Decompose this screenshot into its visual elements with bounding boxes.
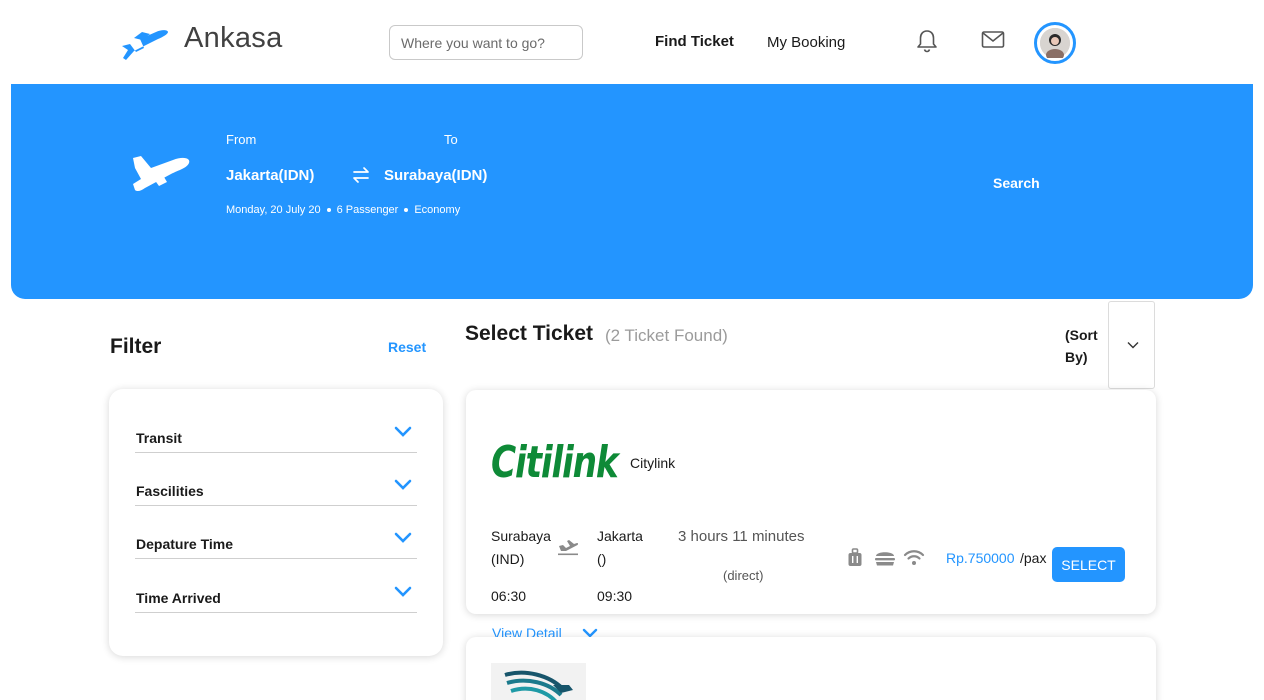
- departure-time: 06:30: [491, 588, 527, 604]
- filter-item-label: Transit: [136, 430, 182, 446]
- airline-name: Citylink: [630, 455, 676, 471]
- from-label: From: [226, 132, 257, 147]
- arrival-city: Jakarta: [597, 528, 643, 544]
- filter-item-label: Depature Time: [136, 536, 233, 552]
- plane-icon: [133, 156, 190, 192]
- filter-item-transit[interactable]: Transit: [135, 400, 417, 453]
- departure-code: (IND): [491, 551, 525, 567]
- luggage-icon: [848, 548, 862, 566]
- chevron-down-icon[interactable]: [393, 531, 413, 545]
- nav-find-ticket[interactable]: Find Ticket: [655, 33, 734, 50]
- ticket-price: Rp.750000: [946, 550, 1015, 566]
- trip-details: Monday, 20 July 20 6 Passenger Economy: [226, 204, 460, 216]
- nav-my-booking[interactable]: My Booking: [767, 34, 845, 51]
- arrival-time: 09:30: [597, 588, 633, 604]
- avatar[interactable]: [1034, 22, 1076, 64]
- flight-icon: [558, 540, 579, 556]
- chevron-down-icon: [1127, 342, 1139, 349]
- price-unit: /pax: [1020, 550, 1047, 566]
- filter-item-facilities[interactable]: Fascilities: [135, 453, 417, 506]
- flight-stops: (direct): [723, 568, 764, 583]
- airline-logo: Citilink: [491, 437, 619, 488]
- page: Ankasa Find Ticket My Booking From To Ja…: [0, 0, 1264, 700]
- reset-button[interactable]: Reset: [388, 339, 426, 355]
- chevron-down-icon[interactable]: [393, 585, 413, 599]
- select-button[interactable]: SELECT: [1052, 547, 1125, 582]
- search-hero: From To Jakarta(IDN) Surabaya(IDN) Monda…: [11, 84, 1253, 299]
- trip-passengers: 6 Passenger: [336, 204, 399, 216]
- chevron-down-icon[interactable]: [393, 478, 413, 492]
- sort-dropdown[interactable]: [1108, 301, 1155, 389]
- mail-icon[interactable]: [981, 29, 1005, 51]
- wifi-icon: [903, 550, 925, 565]
- ticket-count: (2 Ticket Found): [605, 326, 728, 345]
- swap-icon[interactable]: [351, 165, 371, 185]
- chevron-down-icon[interactable]: [393, 425, 413, 439]
- brand-name[interactable]: Ankasa: [184, 22, 283, 55]
- filter-item-time-arrived[interactable]: Time Arrived: [135, 560, 417, 613]
- search-button[interactable]: Search: [993, 175, 1040, 191]
- arrival-code: (): [597, 551, 607, 567]
- trip-date: Monday, 20 July 20: [226, 204, 321, 216]
- ticket-card: Citilink Citylink Surabaya (IND) 06:30 J…: [466, 390, 1156, 614]
- plane-icon[interactable]: [120, 22, 170, 62]
- filter-panel: Transit Fascilities Depature Time Time A…: [109, 389, 443, 656]
- trip-class: Economy: [414, 204, 461, 216]
- food-icon: [875, 552, 895, 566]
- select-ticket-title: Select Ticket: [465, 322, 594, 345]
- separator-dot: [404, 208, 409, 213]
- filter-item-label: Fascilities: [136, 483, 204, 499]
- filter-title: Filter: [110, 335, 162, 358]
- from-city[interactable]: Jakarta(IDN): [226, 167, 314, 184]
- bell-icon[interactable]: [915, 28, 939, 54]
- to-label: To: [444, 132, 458, 147]
- separator-dot: [326, 208, 331, 213]
- airline-logo: [491, 663, 586, 700]
- ticket-card: [466, 637, 1156, 700]
- flight-duration: 3 hours 11 minutes: [678, 528, 805, 545]
- search-input[interactable]: [389, 25, 583, 60]
- filter-item-label: Time Arrived: [136, 590, 221, 606]
- filter-item-departure-time[interactable]: Depature Time: [135, 506, 417, 559]
- to-city[interactable]: Surabaya(IDN): [384, 167, 487, 184]
- departure-city: Surabaya: [491, 528, 551, 544]
- sort-label: (Sort By): [1065, 327, 1098, 365]
